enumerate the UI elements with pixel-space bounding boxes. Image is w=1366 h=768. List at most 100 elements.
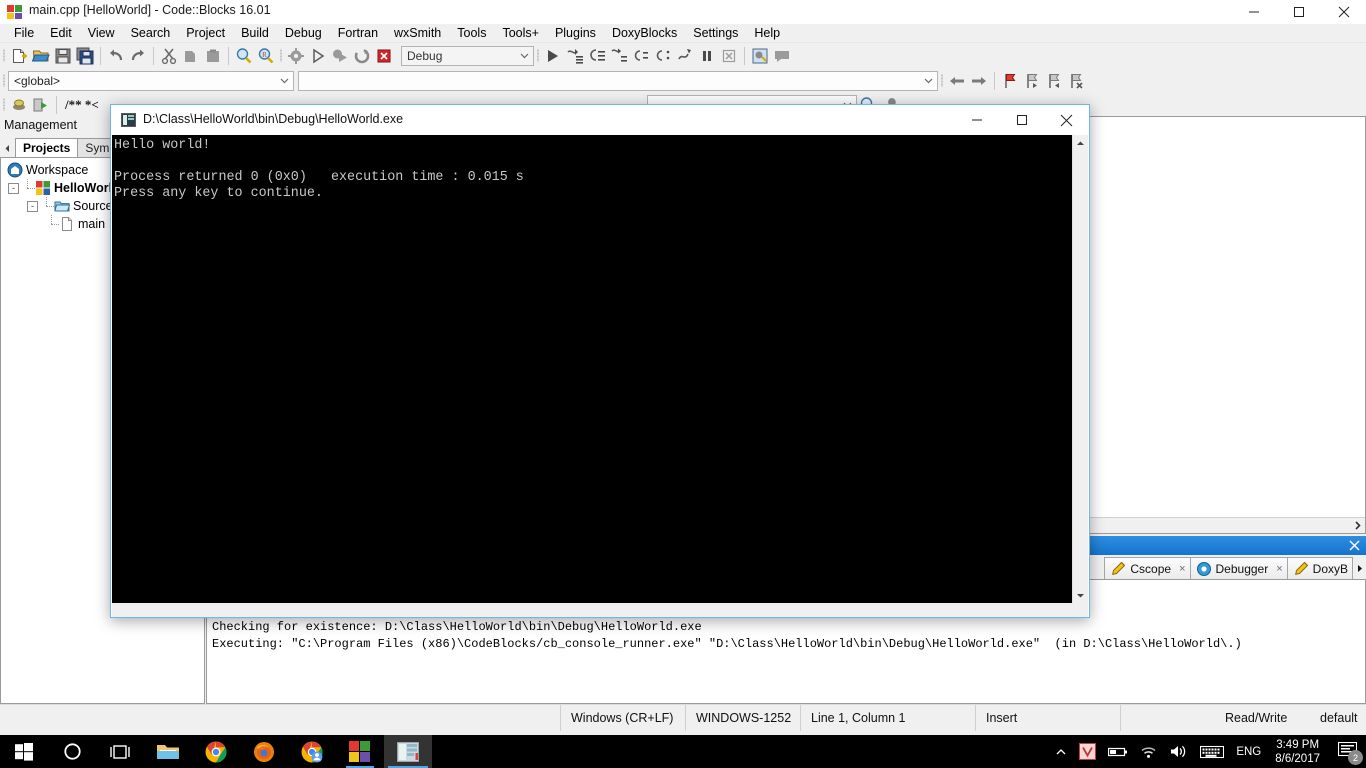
codeblocks-button[interactable] (336, 735, 384, 768)
toolbar-grip[interactable] (0, 46, 8, 66)
vivaldi-tray-icon[interactable] (1073, 735, 1102, 768)
menu-file[interactable]: File (6, 24, 42, 43)
toggle-bookmark-icon[interactable] (999, 70, 1021, 92)
collapse-toggle[interactable]: - (8, 182, 19, 194)
copy-icon[interactable] (180, 45, 202, 67)
close-icon[interactable] (1346, 537, 1362, 553)
find-icon[interactable] (233, 45, 255, 67)
previous-bookmark-icon[interactable] (1021, 70, 1043, 92)
close-icon[interactable]: × (1276, 563, 1282, 575)
minimize-button[interactable] (1231, 0, 1276, 24)
console-window-button[interactable] (384, 735, 432, 768)
paste-icon[interactable] (202, 45, 224, 67)
build-target-select[interactable]: Debug (401, 45, 534, 66)
start-button[interactable] (0, 735, 48, 768)
logtab-debugger[interactable]: Debugger × (1189, 557, 1288, 579)
logtab-doxyblocks[interactable]: DoxyB (1286, 557, 1353, 579)
logtab-cscope[interactable]: Cscope × (1104, 557, 1191, 579)
menu-build[interactable]: Build (233, 24, 277, 43)
console-window[interactable]: D:\Class\HelloWorld\bin\Debug\HelloWorld… (110, 104, 1090, 618)
menu-plugins[interactable]: Plugins (547, 24, 604, 43)
menu-view[interactable]: View (80, 24, 123, 43)
close-button[interactable] (1321, 0, 1366, 24)
debugging-windows-icon[interactable] (749, 45, 771, 67)
maximize-button[interactable] (1276, 0, 1321, 24)
cortana-search-button[interactable] (48, 735, 96, 768)
volume-icon[interactable] (1164, 735, 1194, 768)
chevron-up-icon[interactable] (1073, 135, 1088, 151)
redo-icon[interactable] (127, 45, 149, 67)
menu-project[interactable]: Project (178, 24, 233, 43)
menu-fortran[interactable]: Fortran (330, 24, 386, 43)
debug-continue-icon[interactable] (542, 45, 564, 67)
chevron-left-icon[interactable] (0, 139, 15, 157)
save-all-icon[interactable] (74, 45, 96, 67)
forward-arrow-icon[interactable] (968, 70, 990, 92)
debug-step-into-instruction-icon[interactable] (630, 45, 652, 67)
menu-doxyblocks[interactable]: DoxyBlocks (604, 24, 685, 43)
menu-wxsmith[interactable]: wxSmith (386, 24, 449, 43)
menu-debug[interactable]: Debug (277, 24, 330, 43)
chrome-profile-button[interactable] (288, 735, 336, 768)
firefox-button[interactable] (240, 735, 288, 768)
rebuild-icon[interactable] (351, 45, 373, 67)
debug-step-into-icon[interactable] (608, 45, 630, 67)
console-horizontal-scrollbar[interactable] (112, 603, 1088, 617)
toolbar-grip[interactable] (277, 46, 285, 66)
chevron-right-icon[interactable] (1352, 557, 1366, 579)
chevron-down-icon[interactable] (1073, 587, 1088, 603)
clear-bookmarks-icon[interactable] (1065, 70, 1087, 92)
menu-help[interactable]: Help (746, 24, 788, 43)
wifi-icon[interactable] (1134, 735, 1164, 768)
doxyblocks-comment-label[interactable]: /** *< (61, 97, 103, 113)
toolbar-grip[interactable] (938, 71, 946, 91)
chevron-right-icon[interactable] (1349, 518, 1365, 533)
menu-tools-plus[interactable]: Tools+ (494, 24, 546, 43)
console-close-button[interactable] (1044, 105, 1089, 135)
build-gear-icon[interactable] (285, 45, 307, 67)
menu-edit[interactable]: Edit (42, 24, 80, 43)
console-maximize-button[interactable] (999, 105, 1044, 135)
save-icon[interactable] (52, 45, 74, 67)
open-folder-icon[interactable] (30, 45, 52, 67)
file-explorer-button[interactable] (144, 735, 192, 768)
debug-next-instruction-icon[interactable] (586, 45, 608, 67)
build-and-run-icon[interactable] (329, 45, 351, 67)
menu-search[interactable]: Search (123, 24, 179, 43)
new-file-icon[interactable] (8, 45, 30, 67)
toolbar-grip[interactable] (0, 71, 8, 91)
undo-icon[interactable] (105, 45, 127, 67)
debug-next-line-icon[interactable] (564, 45, 586, 67)
doxyblocks-config-icon[interactable] (8, 94, 30, 116)
back-arrow-icon[interactable] (946, 70, 968, 92)
console-minimize-button[interactable] (954, 105, 999, 135)
language-indicator[interactable]: ENG (1230, 735, 1267, 768)
doxyblocks-run-icon[interactable] (30, 94, 52, 116)
battery-icon[interactable] (1102, 735, 1134, 768)
menu-tools[interactable]: Tools (449, 24, 494, 43)
close-icon[interactable]: × (1179, 563, 1185, 575)
symbol-select[interactable] (298, 70, 938, 91)
console-vertical-scrollbar[interactable] (1072, 135, 1088, 603)
chevron-up-icon[interactable] (1049, 735, 1073, 768)
menu-settings[interactable]: Settings (685, 24, 746, 43)
tab-projects[interactable]: Projects (15, 138, 79, 157)
scope-select[interactable]: <global> (8, 70, 294, 91)
debug-run-to-cursor-icon[interactable] (674, 45, 696, 67)
run-play-icon[interactable] (307, 45, 329, 67)
debug-stop-icon[interactable] (718, 45, 740, 67)
chrome-button[interactable] (192, 735, 240, 768)
abort-build-icon[interactable] (373, 45, 395, 67)
toolbar-grip[interactable] (0, 95, 8, 115)
debug-step-out-icon[interactable] (652, 45, 674, 67)
task-view-button[interactable] (96, 735, 144, 768)
collapse-toggle[interactable]: - (27, 200, 38, 212)
debug-break-icon[interactable] (696, 45, 718, 67)
keyboard-icon[interactable] (1194, 735, 1230, 768)
next-bookmark-icon[interactable] (1043, 70, 1065, 92)
replace-icon[interactable]: R (255, 45, 277, 67)
clock[interactable]: 3:49 PM 8/6/2017 (1267, 735, 1328, 768)
toolbar-grip[interactable] (534, 46, 542, 66)
various-info-icon[interactable] (771, 45, 793, 67)
cut-icon[interactable] (158, 45, 180, 67)
